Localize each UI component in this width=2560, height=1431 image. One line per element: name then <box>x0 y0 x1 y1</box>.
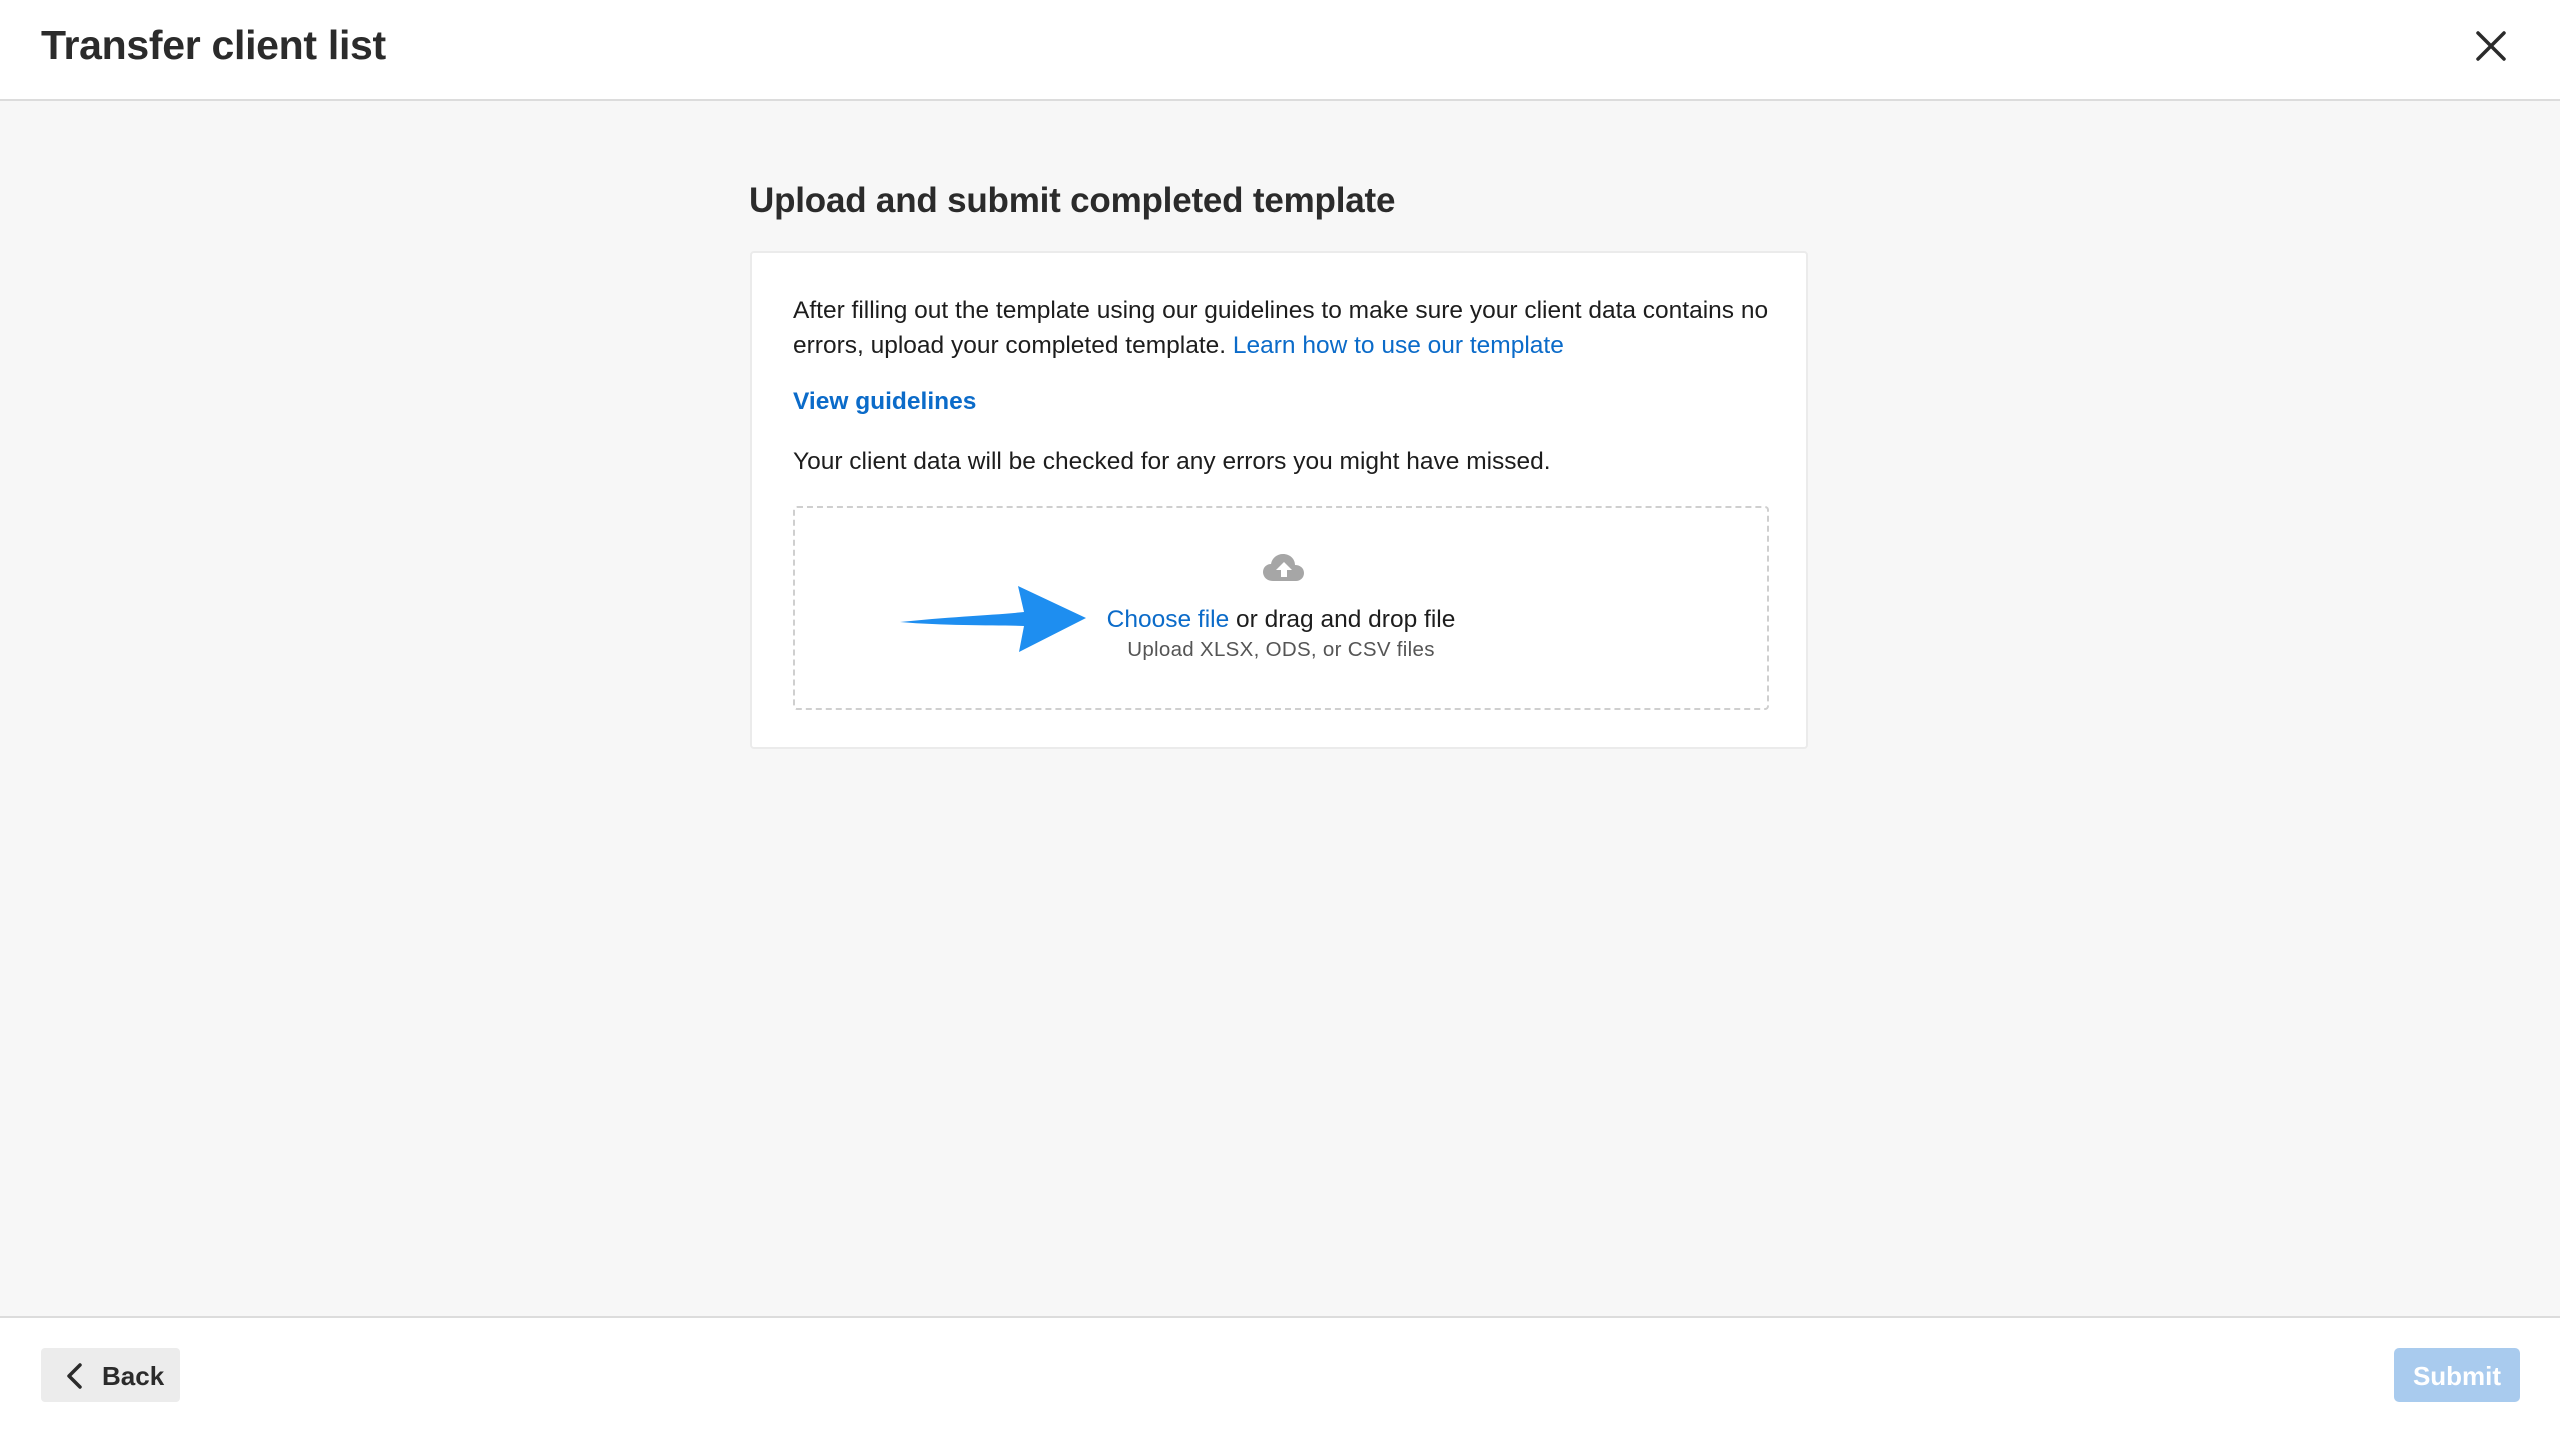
learn-template-link[interactable]: Learn how to use our template <box>1233 332 1564 359</box>
chevron-left-icon <box>67 1363 82 1389</box>
submit-label: Submit <box>2412 1361 2502 1391</box>
page-header: Transfer client list <box>0 0 2560 101</box>
page-title: Transfer client list <box>41 22 386 68</box>
choose-file-link[interactable]: Choose file <box>1107 606 1230 633</box>
close-icon <box>2476 31 2506 61</box>
view-guidelines-link[interactable]: View guidelines <box>793 388 976 416</box>
back-button[interactable]: Back <box>41 1348 180 1402</box>
back-label: Back <box>102 1361 165 1391</box>
check-notice: Your client data will be checked for any… <box>793 448 1551 475</box>
submit-button[interactable]: Submit <box>2394 1348 2520 1402</box>
upload-card: After filling out the template using our… <box>750 251 1808 749</box>
intro-paragraph: After filling out the template using our… <box>793 293 1773 363</box>
cloud-upload-icon <box>1263 554 1304 581</box>
arrow-right-icon <box>900 586 1086 652</box>
section-title: Upload and submit completed template <box>749 181 1396 220</box>
close-button[interactable] <box>2466 21 2516 71</box>
page-footer: Back Submit <box>0 1316 2560 1431</box>
drag-drop-text: or drag and drop file <box>1236 606 1456 633</box>
